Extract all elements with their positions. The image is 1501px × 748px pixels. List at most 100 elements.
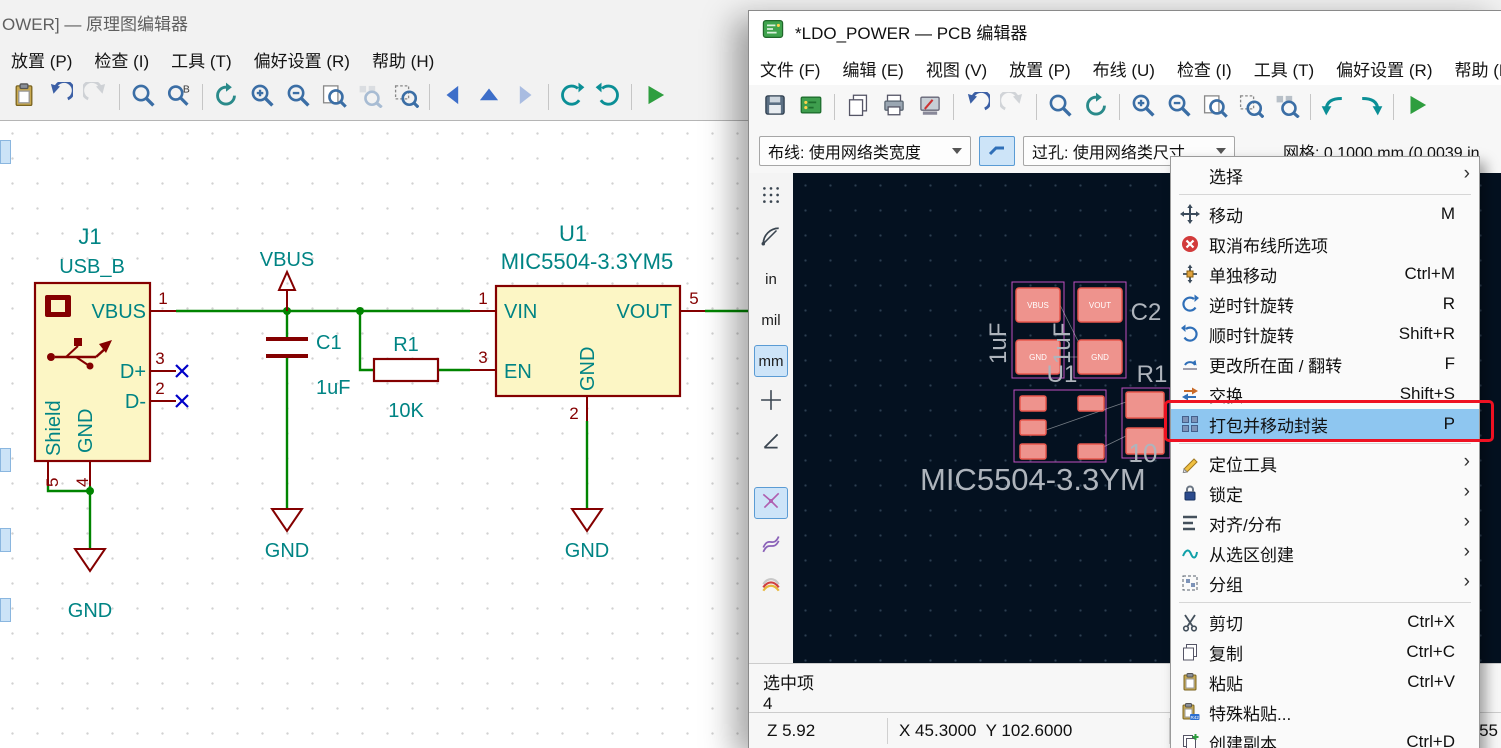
board-setup-button[interactable] bbox=[793, 89, 829, 125]
context-menu-item-rotate-cw-blue[interactable]: 顺时针旋转Shift+R bbox=[1171, 319, 1479, 349]
find-button[interactable] bbox=[125, 79, 161, 115]
context-menu-item-align[interactable]: 对齐/分布› bbox=[1171, 508, 1479, 538]
curved-ratsnest-button[interactable] bbox=[754, 528, 788, 560]
u1-value-label: MIC5504-3.3YM5 bbox=[501, 249, 673, 274]
context-menu-item-rotate-ccw-blue[interactable]: 逆时针旋转R bbox=[1171, 289, 1479, 319]
context-menu-item-select[interactable]: 选择› bbox=[1171, 160, 1479, 190]
nav-back-button[interactable] bbox=[1316, 89, 1352, 125]
polar-coordinates-button[interactable] bbox=[754, 222, 788, 254]
zoom-in-button[interactable] bbox=[244, 79, 280, 115]
zoom-selection-button[interactable] bbox=[388, 79, 424, 115]
find-icon bbox=[130, 82, 156, 113]
unit-mils-button[interactable]: mil bbox=[754, 304, 788, 336]
context-menu-item-duplicate[interactable]: 创建副本Ctrl+D bbox=[1171, 727, 1479, 748]
c1-symbol[interactable] bbox=[266, 339, 308, 356]
zoom-in-button[interactable] bbox=[1125, 89, 1161, 125]
menu-preferences[interactable]: 偏好设置 (R) bbox=[1325, 53, 1443, 84]
context-menu-item-flip[interactable]: 更改所在面 / 翻转F bbox=[1171, 349, 1479, 379]
plot-button[interactable] bbox=[912, 89, 948, 125]
menu-view[interactable]: 视图 (V) bbox=[915, 53, 998, 84]
context-menu-item-create-from-selection[interactable]: 从选区创建› bbox=[1171, 538, 1479, 568]
context-menu-item-pack-footprints[interactable]: 打包并移动封装P bbox=[1171, 409, 1479, 439]
menu-tools[interactable]: 工具 (T) bbox=[1243, 53, 1325, 84]
context-menu-item-paste[interactable]: 粘贴Ctrl+V bbox=[1171, 667, 1479, 697]
zoom-objects-button[interactable] bbox=[352, 79, 388, 115]
unit-mm-button[interactable]: mm bbox=[754, 345, 788, 377]
pcb-titlebar[interactable]: *LDO_POWER — PCB 编辑器 bbox=[749, 11, 1501, 51]
menu-file[interactable]: 文件 (F) bbox=[749, 53, 831, 84]
show-ratsnest-button[interactable] bbox=[754, 487, 788, 519]
clipped-left-tool-button[interactable] bbox=[0, 528, 11, 552]
save-button[interactable] bbox=[757, 89, 793, 125]
paste-button[interactable] bbox=[6, 79, 42, 115]
position-tools-icon bbox=[1175, 453, 1205, 473]
rotate-cw-button[interactable] bbox=[590, 79, 626, 115]
r1-symbol-body[interactable] bbox=[374, 359, 438, 381]
menu-inspect[interactable]: 检查 (I) bbox=[1166, 53, 1243, 84]
zoom-page-button[interactable] bbox=[1197, 89, 1233, 125]
undo-button[interactable] bbox=[959, 89, 995, 125]
clipped-left-tool-button[interactable] bbox=[0, 140, 11, 164]
zoom-page-button[interactable] bbox=[316, 79, 352, 115]
redo-button[interactable] bbox=[78, 79, 114, 115]
menu-separator bbox=[1179, 443, 1471, 444]
clipped-left-tool-button[interactable] bbox=[0, 598, 11, 622]
menu-tools[interactable]: 工具 (T) bbox=[160, 44, 242, 75]
pcb-toolbar bbox=[749, 85, 1501, 129]
zoom-selection-button[interactable] bbox=[1233, 89, 1269, 125]
menu-item-label: 打包并移动封装 bbox=[1209, 412, 1475, 437]
undo-button[interactable] bbox=[42, 79, 78, 115]
zoom-out-button[interactable] bbox=[1161, 89, 1197, 125]
run-button[interactable] bbox=[637, 79, 673, 115]
context-menu-item-paste-special[interactable]: R42特殊粘贴... bbox=[1171, 697, 1479, 727]
menu-inspect[interactable]: 检查 (I) bbox=[83, 44, 160, 75]
track-width-dropdown[interactable]: 布线: 使用网络类宽度 bbox=[759, 136, 971, 166]
menu-edit[interactable]: 编辑 (E) bbox=[831, 53, 914, 84]
schematic-canvas[interactable]: J1 USB_B VBUS D+ D- Shield GND 1 3 2 5 4… bbox=[0, 120, 748, 748]
menu-place[interactable]: 放置 (P) bbox=[0, 44, 83, 75]
net-color-mode-button[interactable] bbox=[754, 569, 788, 601]
refresh-button[interactable] bbox=[208, 79, 244, 115]
find-button[interactable] bbox=[1042, 89, 1078, 125]
measure-tool-button[interactable] bbox=[754, 427, 788, 459]
menu-route[interactable]: 布线 (U) bbox=[1082, 53, 1166, 84]
nav-forward-button[interactable] bbox=[1352, 89, 1388, 125]
context-menu-item-move[interactable]: 移动M bbox=[1171, 199, 1479, 229]
context-menu-item-cut[interactable]: 剪切Ctrl+X bbox=[1171, 607, 1479, 637]
menu-place[interactable]: 放置 (P) bbox=[998, 53, 1081, 84]
gnd-symbol[interactable] bbox=[75, 509, 602, 571]
status-partial-value: 55 bbox=[1479, 721, 1498, 741]
vbus-power-symbol[interactable] bbox=[279, 272, 295, 311]
nav-right-button[interactable] bbox=[507, 79, 543, 115]
refresh-button[interactable] bbox=[1078, 89, 1114, 125]
context-menu-item-swap[interactable]: 交换Shift+S bbox=[1171, 379, 1479, 409]
toggle-grid-button[interactable] bbox=[754, 181, 788, 213]
zoom-objects-button[interactable] bbox=[1269, 89, 1305, 125]
context-menu-item-unroute[interactable]: 取消布线所选项 bbox=[1171, 229, 1479, 259]
run-button[interactable] bbox=[1399, 89, 1435, 125]
flip-icon bbox=[1175, 354, 1205, 374]
menu-item-label: 定位工具 bbox=[1209, 451, 1475, 476]
track-posture-button[interactable] bbox=[979, 136, 1015, 166]
nav-left-button[interactable] bbox=[435, 79, 471, 115]
crosshair-cursor-button[interactable] bbox=[754, 386, 788, 418]
context-menu-item-lock[interactable]: 锁定› bbox=[1171, 478, 1479, 508]
unit-inches-button[interactable]: in bbox=[754, 263, 788, 295]
menu-help[interactable]: 帮助 (H) bbox=[361, 44, 445, 75]
context-menu-item-copy[interactable]: 复制Ctrl+C bbox=[1171, 637, 1479, 667]
nav-up-button[interactable] bbox=[471, 79, 507, 115]
find-replace-button[interactable]: B bbox=[161, 79, 197, 115]
context-menu-item-position-tools[interactable]: 定位工具› bbox=[1171, 448, 1479, 478]
zoom-out-button[interactable] bbox=[280, 79, 316, 115]
menu-item-shortcut: R bbox=[1443, 294, 1455, 314]
menu-help[interactable]: 帮助 (H) bbox=[1443, 53, 1501, 84]
redo-button[interactable] bbox=[995, 89, 1031, 125]
clipped-left-tool-button[interactable] bbox=[0, 448, 11, 472]
rotate-ccw-button[interactable] bbox=[554, 79, 590, 115]
no-connect-icon bbox=[176, 365, 188, 407]
context-menu-item-group[interactable]: 分组› bbox=[1171, 568, 1479, 598]
menu-preferences[interactable]: 偏好设置 (R) bbox=[243, 44, 361, 75]
print-button[interactable] bbox=[876, 89, 912, 125]
context-menu-item-move-individual[interactable]: 单独移动Ctrl+M bbox=[1171, 259, 1479, 289]
copy-button[interactable] bbox=[840, 89, 876, 125]
